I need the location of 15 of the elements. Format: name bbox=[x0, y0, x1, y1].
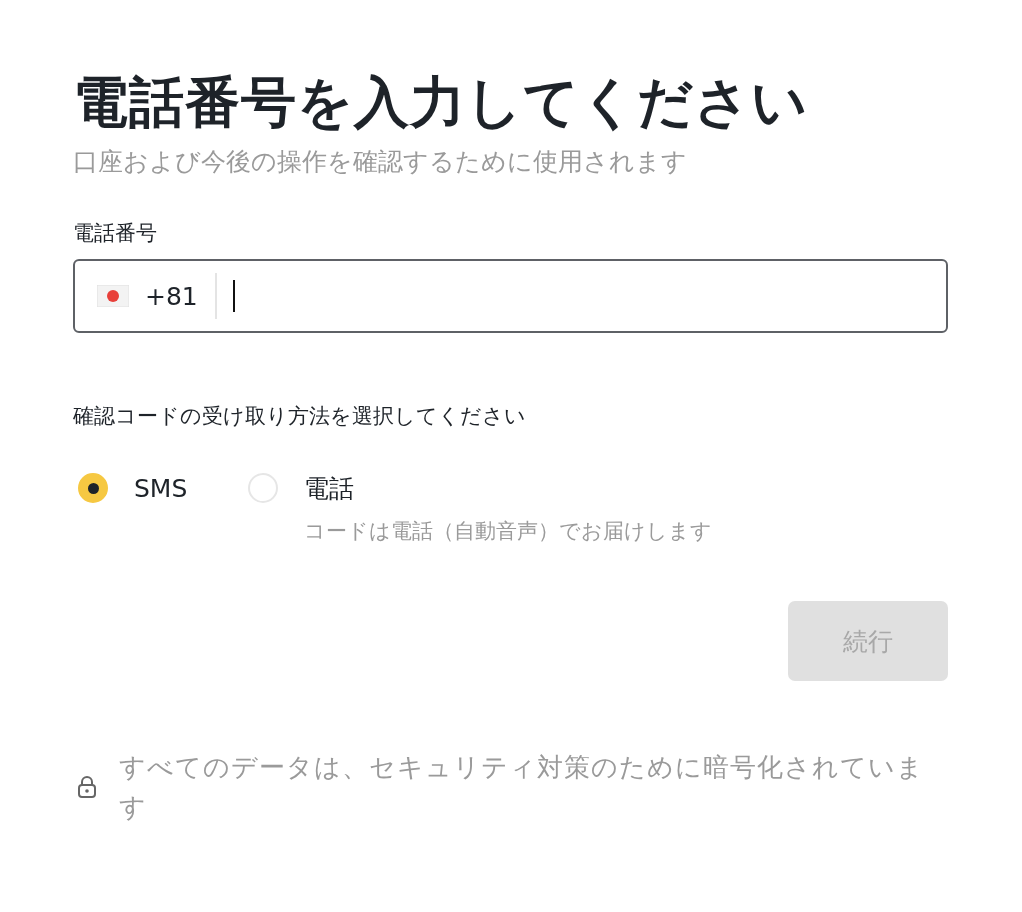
phone-field[interactable]: +81 bbox=[73, 259, 948, 333]
option-hint: コードは電話（自動音声）でお届けします bbox=[304, 518, 713, 545]
page-subtitle: 口座および今後の操作を確認するために使用されます bbox=[73, 146, 688, 178]
method-label: 確認コードの受け取り方法を選択してください bbox=[73, 403, 527, 430]
radio-button[interactable] bbox=[78, 473, 108, 503]
flag-icon bbox=[97, 285, 129, 307]
option-label[interactable]: 電話 bbox=[304, 471, 355, 505]
country-code[interactable]: +81 bbox=[145, 281, 215, 311]
lock-icon bbox=[77, 775, 97, 799]
page-title: 電話番号を入力してください bbox=[73, 69, 809, 136]
field-label: 電話番号 bbox=[73, 220, 158, 247]
text-cursor bbox=[233, 280, 235, 312]
security-note: すべてのデータは、セキュリティ対策のために暗号化されています bbox=[119, 751, 925, 824]
option-label[interactable]: SMS bbox=[134, 473, 188, 503]
radio-button[interactable] bbox=[248, 473, 279, 503]
